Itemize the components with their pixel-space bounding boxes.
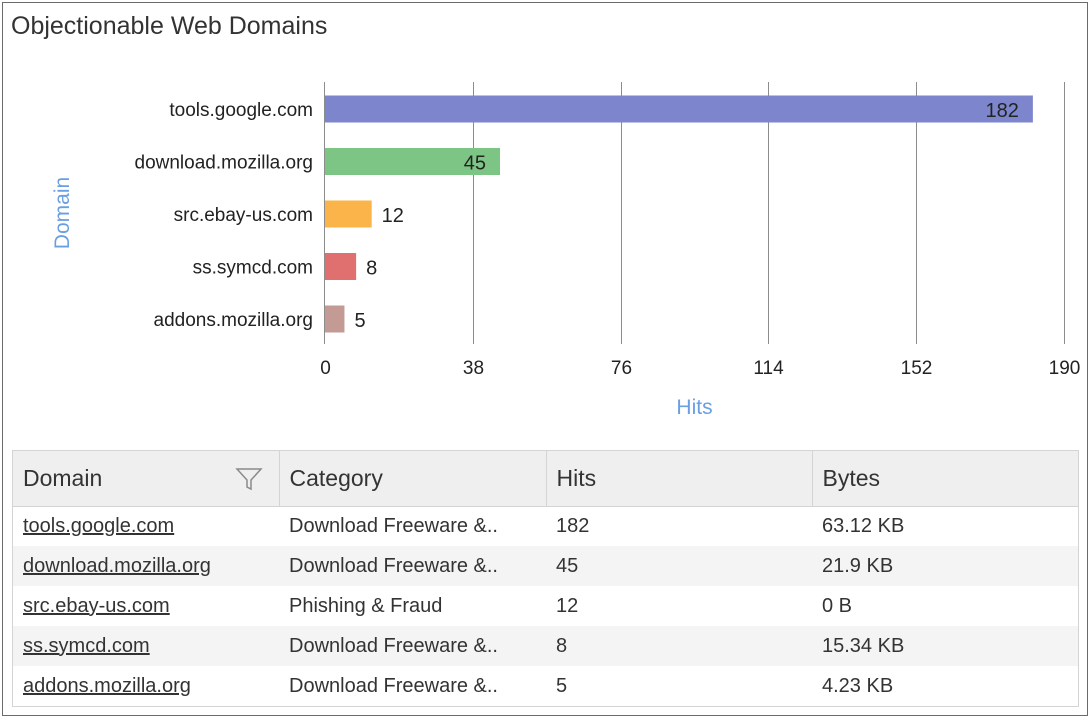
- hits-cell: 182: [556, 514, 590, 537]
- bar-chart: 0 38 76 114 152 190 tools.google.com 182 downloa…: [51, 82, 1081, 419]
- domains-table: Domain Category Hits Bytes tools.google.…: [12, 450, 1079, 707]
- category-cell: Download Freeware &..: [279, 626, 546, 666]
- domain-link[interactable]: ss.symcd.com: [13, 626, 279, 666]
- table-row: src.ebay-us.com Phishing & Fraud 12 0 B: [13, 586, 1078, 626]
- x-tick-label: 38: [463, 358, 484, 379]
- hits-cell: 12: [556, 594, 579, 617]
- domain-link[interactable]: addons.mozilla.org: [13, 666, 279, 706]
- domain-link[interactable]: src.ebay-us.com: [13, 586, 279, 626]
- value-label: 8: [366, 258, 377, 280]
- hits-cell: 45: [546, 546, 812, 586]
- bar: [325, 95, 1033, 123]
- funnel-icon[interactable]: [234, 467, 263, 491]
- domain-link[interactable]: tools.google.com: [13, 506, 279, 546]
- domain-link[interactable]: download.mozilla.org: [13, 546, 279, 586]
- category-cell: Download Freeware &..: [289, 514, 498, 537]
- y-axis-title: Domain: [51, 177, 74, 249]
- category-label: tools.google.com: [169, 100, 313, 121]
- category-label: src.ebay-us.com: [174, 205, 313, 226]
- table-row: tools.google.com Download Freeware &.. 1…: [13, 506, 1078, 546]
- category-label: addons.mozilla.org: [154, 310, 313, 331]
- x-tick-label: 152: [901, 358, 933, 379]
- x-tick-label: 0: [320, 358, 331, 379]
- chart-labels: 0 38 76 114 152 190 tools.google.com 182 downloa…: [135, 100, 1081, 379]
- hits-cell: 5: [556, 674, 568, 697]
- category-label: download.mozilla.org: [135, 153, 314, 174]
- value-label: 12: [382, 205, 404, 227]
- column-header-bytes[interactable]: Bytes: [812, 451, 1078, 507]
- bytes-cell: 0 B: [822, 594, 853, 617]
- table-row: addons.mozilla.org Download Freeware &..…: [13, 666, 1078, 706]
- x-axis-title: Hits: [676, 396, 712, 419]
- category-label: ss.symcd.com: [193, 258, 313, 279]
- column-header-hits[interactable]: Hits: [546, 451, 813, 507]
- column-header-label: Domain: [23, 464, 103, 491]
- column-header-domain[interactable]: Domain: [13, 451, 280, 507]
- table-header-row: Domain Category Hits Bytes: [13, 451, 1078, 507]
- table-row: download.mozilla.org Download Freeware &…: [13, 546, 1078, 586]
- x-tick-label: 190: [1049, 358, 1081, 379]
- chart-bars: [325, 95, 1033, 333]
- category-cell: Download Freeware &..: [289, 674, 498, 697]
- column-header-category[interactable]: Category: [279, 451, 547, 507]
- value-label: 182: [986, 100, 1019, 122]
- bytes-cell: 21.9 KB: [812, 546, 1078, 586]
- bar: [325, 305, 345, 333]
- value-label: 5: [354, 310, 365, 332]
- value-label: 45: [464, 153, 486, 175]
- x-tick-label: 76: [611, 358, 632, 379]
- bar: [325, 200, 372, 228]
- bytes-cell: 15.34 KB: [812, 626, 1078, 666]
- category-cell: Download Freeware &..: [279, 546, 546, 586]
- table-row: ss.symcd.com Download Freeware &.. 8 15.…: [13, 626, 1078, 666]
- category-cell: Phishing & Fraud: [289, 594, 443, 617]
- bytes-cell: 63.12 KB: [822, 514, 905, 537]
- x-tick-label: 114: [753, 358, 784, 379]
- hits-cell: 8: [546, 626, 812, 666]
- bytes-cell: 4.23 KB: [822, 674, 894, 697]
- bar: [325, 253, 357, 280]
